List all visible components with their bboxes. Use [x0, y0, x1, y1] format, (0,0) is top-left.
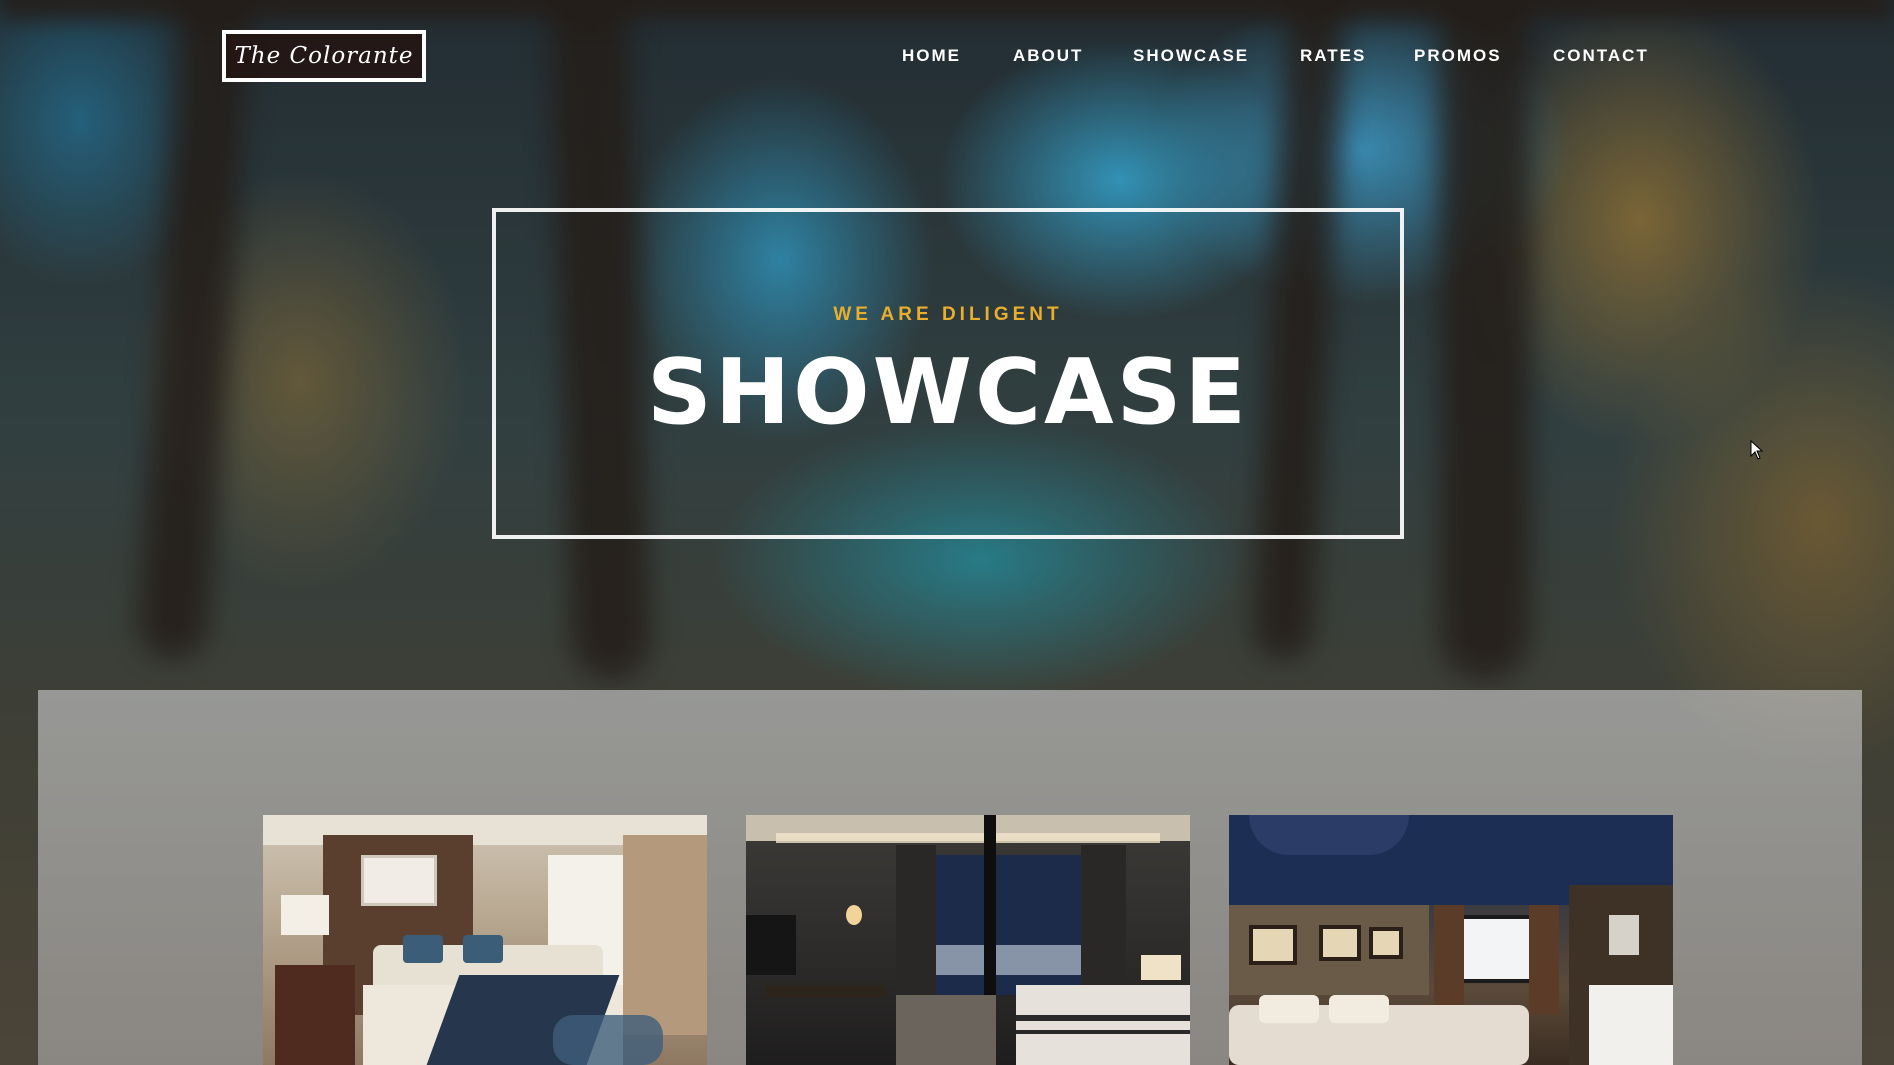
hero-title: SHOWCASE — [647, 340, 1249, 445]
nav-item-rates[interactable]: RATES — [1300, 46, 1366, 66]
nav-item-promos[interactable]: PROMOS — [1414, 46, 1502, 66]
nav-item-showcase[interactable]: SHOWCASE — [1133, 46, 1249, 66]
nav-item-about[interactable]: ABOUT — [1013, 46, 1083, 66]
hero-frame: WE ARE DILIGENT SHOWCASE — [492, 208, 1404, 539]
nav-item-home[interactable]: HOME — [902, 46, 961, 66]
room-image-2[interactable] — [746, 815, 1190, 1065]
room-image-3[interactable] — [1229, 815, 1673, 1065]
nav-item-contact[interactable]: CONTACT — [1553, 46, 1649, 66]
main-nav: HOME ABOUT SHOWCASE RATES PROMOS CONTACT — [0, 46, 1894, 70]
page: The Colorante HOME ABOUT SHOWCASE RATES … — [0, 0, 1894, 1065]
room-image-1[interactable] — [263, 815, 707, 1065]
mouse-cursor-icon — [1750, 440, 1764, 460]
hero-subtitle: WE ARE DILIGENT — [833, 304, 1063, 325]
